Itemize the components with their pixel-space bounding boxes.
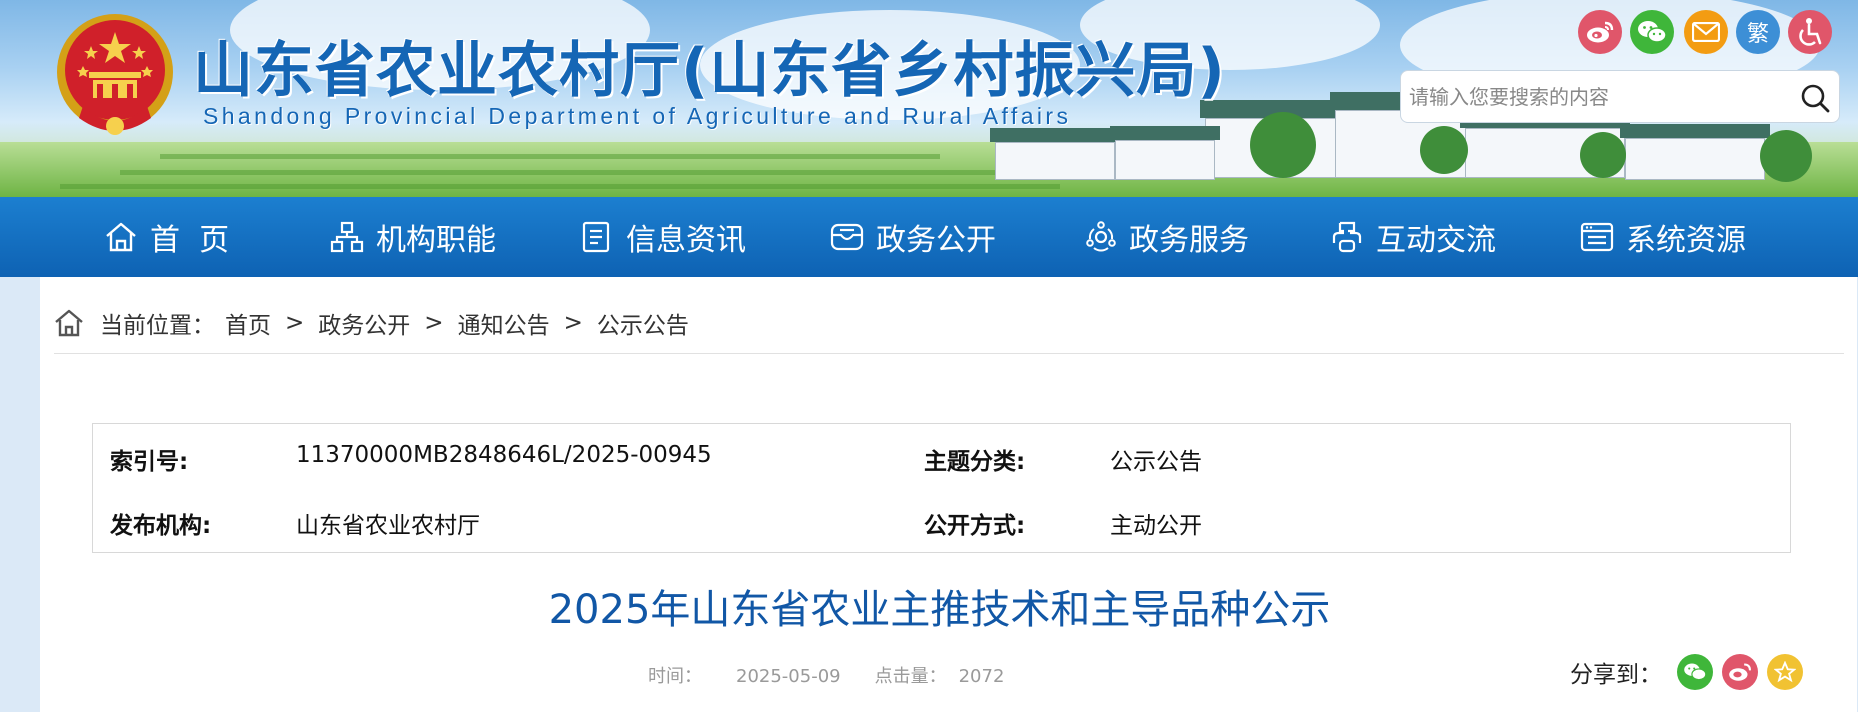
traditional-chinese-icon[interactable]: 繁 (1736, 10, 1780, 54)
home-icon (106, 222, 136, 252)
tree (1580, 132, 1626, 178)
share-bar: 分享到： (1570, 654, 1803, 690)
nav-label-government-services: 政务服务 (1129, 223, 1249, 258)
share-favorite-icon[interactable] (1767, 654, 1803, 690)
time-value: 2025-05-09 (736, 666, 841, 687)
site-title: 山东省农业农村厅(山东省乡村振兴局) (193, 36, 1226, 106)
publishing-org-label: 发布机构: (110, 513, 212, 539)
hits-value: 2072 (958, 666, 1005, 687)
nav-item-organization[interactable]: 机构职能 (330, 197, 496, 277)
breadcrumb-separator: > (424, 310, 444, 336)
content-panel: 当前位置： 首页 > 政务公开 > 通知公告 > 公示公告 索引号: 11370… (40, 277, 1857, 712)
topic-category-label: 主题分类: (924, 449, 1026, 475)
breadcrumb: 当前位置： 首页 > 政务公开 > 通知公告 > 公示公告 (54, 305, 689, 341)
nav-label-information: 信息资讯 (626, 223, 746, 258)
breadcrumb-public-announcements[interactable]: 公示公告 (597, 306, 689, 340)
index-number-label: 索引号: (110, 449, 189, 475)
breadcrumb-prefix: 当前位置： (100, 313, 215, 339)
nav-item-information[interactable]: 信息资讯 (580, 197, 746, 277)
nav-label-interaction: 互动交流 (1376, 223, 1496, 258)
divider (54, 353, 1844, 354)
share-label: 分享到： (1570, 662, 1662, 688)
nav-label-government-affairs: 政务公开 (876, 223, 996, 258)
system-icon (1580, 222, 1614, 252)
metadata-table: 索引号: 11370000MB2848646L/2025-00945 主题分类:… (92, 423, 1791, 553)
breadcrumb-notices[interactable]: 通知公告 (458, 306, 550, 340)
wechat-icon[interactable] (1630, 10, 1674, 54)
nav-label-organization: 机构职能 (376, 223, 496, 258)
nav-item-home[interactable]: 首 页 (104, 197, 229, 277)
disclosure-mode-label: 公开方式: (924, 513, 1026, 539)
inbox-icon (830, 223, 864, 251)
nav-label-home: 首 页 (150, 223, 230, 258)
site-subtitle: Shandong Provincial Department of Agricu… (203, 103, 1072, 129)
index-number-value: 11370000MB2848646L/2025-00945 (296, 442, 712, 468)
breadcrumb-government-affairs[interactable]: 政务公开 (318, 306, 410, 340)
mail-icon[interactable] (1684, 10, 1728, 54)
accessibility-icon[interactable] (1788, 10, 1832, 54)
publish-time: 时间： 2025-05-09 (648, 666, 841, 687)
nav-label-system-resources: 系统资源 (1626, 223, 1746, 258)
weibo-icon[interactable] (1578, 10, 1622, 54)
breadcrumb-separator: > (285, 310, 305, 336)
topic-category-value: 公示公告 (1110, 449, 1202, 475)
share-wechat-icon[interactable] (1677, 654, 1713, 690)
tree (1760, 130, 1812, 182)
traditional-chinese-label: 繁 (1746, 22, 1769, 47)
building (1115, 140, 1215, 180)
breadcrumb-home[interactable]: 首页 (225, 306, 271, 340)
nav-item-interaction[interactable]: 互动交流 (1330, 197, 1496, 277)
main-nav: 首 页 机构职能 信息资讯 政务公开 政务服务 互动交流 系统资源 (0, 197, 1858, 277)
nav-item-system-resources[interactable]: 系统资源 (1580, 197, 1746, 277)
breadcrumb-separator: > (563, 310, 583, 336)
publishing-org-value: 山东省农业农村厅 (296, 513, 480, 539)
search-input[interactable] (1409, 79, 1779, 115)
building (1625, 138, 1765, 180)
disclosure-mode-value: 主动公开 (1110, 513, 1202, 539)
search-icon[interactable] (1799, 82, 1831, 114)
share-weibo-icon[interactable] (1722, 654, 1758, 690)
time-label: 时间： (648, 666, 702, 687)
org-chart-icon (330, 221, 364, 253)
article-info: 时间： 2025-05-09 点击量： 2072 (648, 662, 1004, 688)
hits-label: 点击量： (874, 666, 947, 687)
building (995, 142, 1115, 180)
home-icon (55, 309, 83, 337)
tree (1250, 112, 1316, 178)
hit-count: 点击量： 2072 (875, 666, 1005, 687)
tree (1420, 126, 1468, 174)
service-icon (1086, 221, 1116, 252)
nav-item-government-services[interactable]: 政务服务 (1085, 197, 1249, 277)
national-emblem-icon (57, 14, 173, 135)
search-box (1400, 70, 1840, 123)
interaction-icon (1332, 221, 1362, 253)
document-icon (582, 221, 610, 253)
nav-item-government-affairs[interactable]: 政务公开 (830, 197, 996, 277)
article-title: 2025年山东省农业主推技术和主导品种公示 (548, 587, 1331, 633)
